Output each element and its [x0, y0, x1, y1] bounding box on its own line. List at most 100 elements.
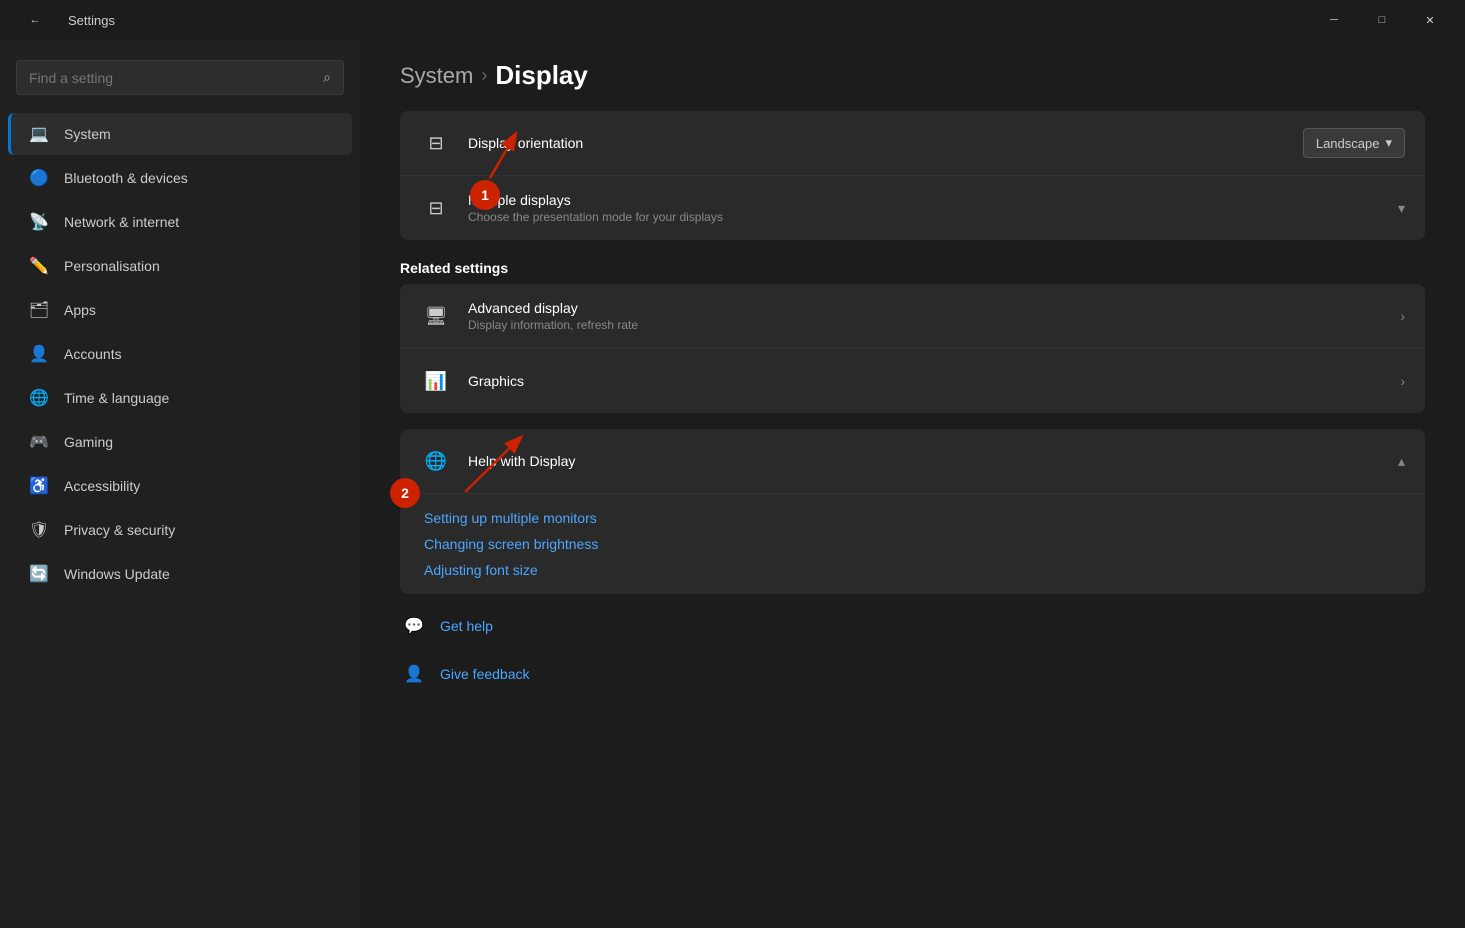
graphics-icon: 📊: [420, 365, 452, 397]
orientation-value: Landscape: [1316, 136, 1380, 151]
get-help-action[interactable]: 💬 Get help: [400, 606, 1425, 646]
minimize-button[interactable]: ─: [1311, 4, 1357, 36]
help-icon: 🌐: [420, 445, 452, 477]
multiple-displays-subtitle: Choose the presentation mode for your di…: [468, 210, 1398, 224]
sidebar-label-network: Network & internet: [64, 214, 179, 230]
network-icon: 📡: [28, 211, 50, 233]
sidebar-label-update: Windows Update: [64, 566, 170, 582]
sidebar-item-network[interactable]: 📡 Network & internet: [8, 201, 352, 243]
privacy-icon: 🛡: [28, 519, 50, 541]
search-box[interactable]: ⌕: [16, 60, 344, 95]
sidebar-label-apps: Apps: [64, 302, 96, 318]
multiple-displays-chevron-icon: ▾: [1398, 200, 1405, 217]
content-area: System › Display ⊟ Display orientation L…: [360, 40, 1465, 928]
breadcrumb-current: Display: [495, 60, 588, 91]
content-wrapper: System › Display ⊟ Display orientation L…: [400, 60, 1425, 694]
sidebar-label-time: Time & language: [64, 390, 169, 406]
advanced-display-icon: 🖥: [420, 300, 452, 332]
bottom-actions: 💬 Get help 👤 Give feedback: [400, 606, 1425, 694]
sidebar-item-gaming[interactable]: 🎮 Gaming: [8, 421, 352, 463]
personalisation-icon: ✏️: [28, 255, 50, 277]
graphics-title: Graphics: [468, 373, 1400, 389]
accounts-icon: 👤: [28, 343, 50, 365]
maximize-button[interactable]: □: [1359, 4, 1405, 36]
get-help-icon: 💬: [400, 612, 428, 640]
sidebar-item-accessibility[interactable]: ♿ Accessibility: [8, 465, 352, 507]
system-icon: 💻: [28, 123, 50, 145]
sidebar-label-accounts: Accounts: [64, 346, 122, 362]
give-feedback-action[interactable]: 👤 Give feedback: [400, 654, 1425, 694]
multiple-displays-action[interactable]: ▾: [1398, 200, 1405, 217]
update-icon: 🔄: [28, 563, 50, 585]
graphics-row[interactable]: 📊 Graphics ›: [400, 349, 1425, 413]
close-button[interactable]: ✕: [1407, 4, 1453, 36]
get-help-label: Get help: [440, 618, 493, 634]
sidebar-item-time[interactable]: 🌐 Time & language: [8, 377, 352, 419]
help-link-monitors[interactable]: Setting up multiple monitors: [424, 510, 1401, 526]
sidebar-item-bluetooth[interactable]: 🔵 Bluetooth & devices: [8, 157, 352, 199]
advanced-display-text: Advanced display Display information, re…: [468, 300, 1400, 332]
app-container: ⌕ 💻 System 🔵 Bluetooth & devices 📡 Network & …: [0, 40, 1465, 928]
help-title-text: Help with Display: [468, 453, 1398, 469]
help-link-font[interactable]: Adjusting font size: [424, 562, 1401, 578]
related-settings-heading: Related settings: [400, 260, 1425, 276]
bluetooth-icon: 🔵: [28, 167, 50, 189]
help-chevron-icon: ▴: [1398, 453, 1405, 470]
multiple-displays-title: Multiple displays: [468, 192, 1398, 208]
sidebar-items: 💻 System 🔵 Bluetooth & devices 📡 Network & in…: [0, 111, 360, 597]
help-title: Help with Display: [468, 453, 1398, 469]
sidebar-label-personalisation: Personalisation: [64, 258, 160, 274]
multiple-displays-text: Multiple displays Choose the presentatio…: [468, 192, 1398, 224]
help-header[interactable]: 🌐 Help with Display ▴: [400, 429, 1425, 494]
graphics-chevron-icon: ›: [1400, 373, 1405, 389]
display-orientation-icon: ⊟: [420, 127, 452, 159]
give-feedback-icon: 👤: [400, 660, 428, 688]
breadcrumb-separator: ›: [481, 65, 487, 86]
sidebar-item-privacy[interactable]: 🛡 Privacy & security: [8, 509, 352, 551]
graphics-action[interactable]: ›: [1400, 373, 1405, 389]
gaming-icon: 🎮: [28, 431, 50, 453]
sidebar-item-personalisation[interactable]: ✏️ Personalisation: [8, 245, 352, 287]
sidebar-item-update[interactable]: 🔄 Windows Update: [8, 553, 352, 595]
search-icon: ⌕: [323, 69, 331, 86]
titlebar-left: ← Settings: [12, 4, 115, 36]
breadcrumb: System › Display: [400, 60, 1425, 91]
help-link-brightness[interactable]: Changing screen brightness: [424, 536, 1401, 552]
sidebar: ⌕ 💻 System 🔵 Bluetooth & devices 📡 Network & …: [0, 40, 360, 928]
sidebar-label-bluetooth: Bluetooth & devices: [64, 170, 188, 186]
advanced-display-action[interactable]: ›: [1400, 308, 1405, 324]
display-orientation-row[interactable]: ⊟ Display orientation Landscape ▾: [400, 111, 1425, 176]
advanced-display-row[interactable]: 🖥 Advanced display Display information, …: [400, 284, 1425, 349]
sidebar-label-privacy: Privacy & security: [64, 522, 175, 538]
display-orientation-action[interactable]: Landscape ▾: [1303, 128, 1405, 158]
back-button[interactable]: ←: [12, 4, 58, 36]
sidebar-label-gaming: Gaming: [64, 434, 113, 450]
accessibility-icon: ♿: [28, 475, 50, 497]
display-orientation-text: Display orientation: [468, 135, 1303, 151]
sidebar-item-apps[interactable]: 🗂 Apps: [8, 289, 352, 331]
multiple-displays-icon: ⊟: [420, 192, 452, 224]
advanced-display-chevron-icon: ›: [1400, 308, 1405, 324]
help-toggle-action[interactable]: ▴: [1398, 453, 1405, 470]
sidebar-label-accessibility: Accessibility: [64, 478, 140, 494]
window-controls: ─ □ ✕: [1311, 4, 1453, 36]
titlebar: ← Settings ─ □ ✕: [0, 0, 1465, 40]
display-orientation-title: Display orientation: [468, 135, 1303, 151]
app-title: Settings: [68, 13, 115, 28]
dropdown-chevron-icon: ▾: [1385, 135, 1392, 151]
apps-icon: 🗂: [28, 299, 50, 321]
multiple-displays-row[interactable]: ⊟ Multiple displays Choose the presentat…: [400, 176, 1425, 240]
time-icon: 🌐: [28, 387, 50, 409]
give-feedback-label: Give feedback: [440, 666, 530, 682]
advanced-display-subtitle: Display information, refresh rate: [468, 318, 1400, 332]
sidebar-label-system: System: [64, 126, 111, 142]
search-input[interactable]: [29, 70, 315, 86]
graphics-text: Graphics: [468, 373, 1400, 389]
orientation-dropdown[interactable]: Landscape ▾: [1303, 128, 1405, 158]
sidebar-item-system[interactable]: 💻 System: [8, 113, 352, 155]
sidebar-item-accounts[interactable]: 👤 Accounts: [8, 333, 352, 375]
breadcrumb-parent[interactable]: System: [400, 63, 473, 89]
search-container: ⌕: [0, 52, 360, 111]
advanced-display-title: Advanced display: [468, 300, 1400, 316]
related-settings-card: 🖥 Advanced display Display information, …: [400, 284, 1425, 413]
